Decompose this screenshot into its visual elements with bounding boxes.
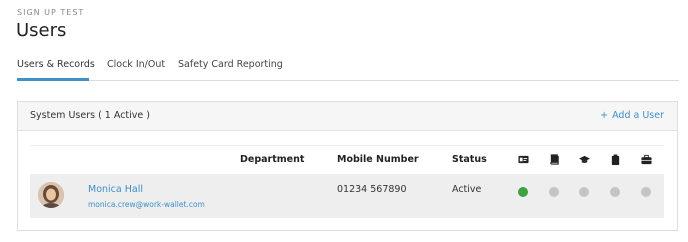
page-title: Users [16, 20, 67, 41]
tab-bar: Users & Records Clock In/Out Safety Card… [17, 56, 679, 81]
panel-title: System Users ( 1 Active ) [30, 110, 150, 121]
book-status-dot [549, 187, 559, 197]
clipboard-status-dot [610, 187, 620, 197]
active-tab-indicator [17, 78, 89, 81]
tab-clock-in-out[interactable]: Clock In/Out [107, 59, 165, 70]
mobile-number-cell: 01234 567890 [337, 184, 407, 195]
column-header-status: Status [452, 154, 487, 165]
add-user-label: Add a User [612, 110, 664, 121]
column-header-mobile-number: Mobile Number [337, 154, 419, 165]
id-card-status-dot [518, 187, 528, 197]
book-icon [550, 154, 559, 165]
briefcase-status-dot [641, 187, 651, 197]
graduation-cap-icon [579, 155, 590, 163]
training-status-dot [579, 187, 589, 197]
system-users-panel: System Users ( 1 Active ) + Add a User De… [17, 101, 678, 231]
table-header: Department Mobile Number Status [30, 145, 664, 172]
clipboard-icon [611, 154, 620, 165]
tab-safety-card-reporting[interactable]: Safety Card Reporting [178, 59, 283, 70]
briefcase-icon [641, 154, 652, 165]
status-cell: Active [452, 184, 482, 195]
id-card-icon [518, 155, 529, 164]
column-header-department: Department [240, 154, 305, 165]
user-name-link[interactable]: Monica Hall [88, 184, 143, 195]
plus-icon: + [600, 110, 609, 121]
table-row[interactable]: Monica Hall monica.crew@work-wallet.com … [30, 174, 664, 218]
avatar [38, 182, 64, 208]
org-name: SIGN UP TEST [17, 8, 85, 17]
add-user-button[interactable]: + Add a User [600, 110, 664, 121]
user-email-link[interactable]: monica.crew@work-wallet.com [88, 200, 205, 209]
panel-header: System Users ( 1 Active ) + Add a User [18, 102, 677, 131]
tab-users-records[interactable]: Users & Records [17, 59, 95, 70]
